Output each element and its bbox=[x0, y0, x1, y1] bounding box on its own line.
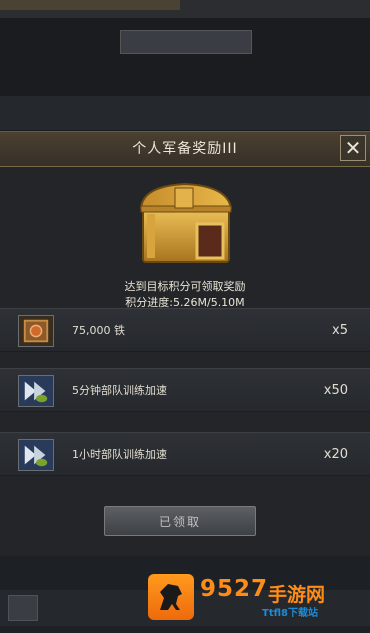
speedup-icon bbox=[18, 375, 54, 407]
reward-item: 1小时部队训练加速 x20 bbox=[0, 432, 370, 476]
reward-dialog: 个人军备奖励III ✕ 达到目标积分可领取奖励 积分进度:5.26M/5.10M bbox=[0, 131, 370, 557]
background-tab bbox=[120, 30, 252, 54]
background-stats-row bbox=[0, 96, 370, 130]
reward-item-quantity: x5 bbox=[332, 323, 348, 338]
reward-item: 75,000 铁 x5 bbox=[0, 308, 370, 352]
treasure-chest-icon bbox=[139, 182, 233, 263]
background-progress-bar bbox=[0, 0, 180, 10]
watermark-number: 9527 bbox=[200, 576, 269, 602]
reward-item: 5分钟部队训练加速 x50 bbox=[0, 368, 370, 412]
reward-item-label: 75,000 铁 bbox=[72, 324, 125, 337]
reward-item-quantity: x50 bbox=[323, 383, 348, 398]
watermark-text: 手游网 bbox=[268, 584, 326, 606]
claimed-button[interactable]: 已领取 bbox=[104, 506, 256, 536]
watermark-subtext: Ttfl8下载站 bbox=[262, 608, 318, 619]
horse-logo-icon bbox=[148, 574, 194, 620]
close-button[interactable]: ✕ bbox=[340, 135, 366, 161]
reward-item-label: 1小时部队训练加速 bbox=[72, 448, 167, 461]
background-item-icon bbox=[8, 595, 38, 621]
reward-condition: 达到目标积分可领取奖励 bbox=[124, 280, 246, 293]
reward-item-quantity: x20 bbox=[323, 447, 348, 462]
dialog-header: 个人军备奖励III ✕ bbox=[0, 132, 370, 167]
dialog-title: 个人军备奖励III bbox=[132, 141, 238, 157]
speedup-icon bbox=[18, 439, 54, 471]
reward-item-label: 5分钟部队训练加速 bbox=[72, 384, 167, 397]
iron-crate-icon bbox=[18, 315, 54, 347]
